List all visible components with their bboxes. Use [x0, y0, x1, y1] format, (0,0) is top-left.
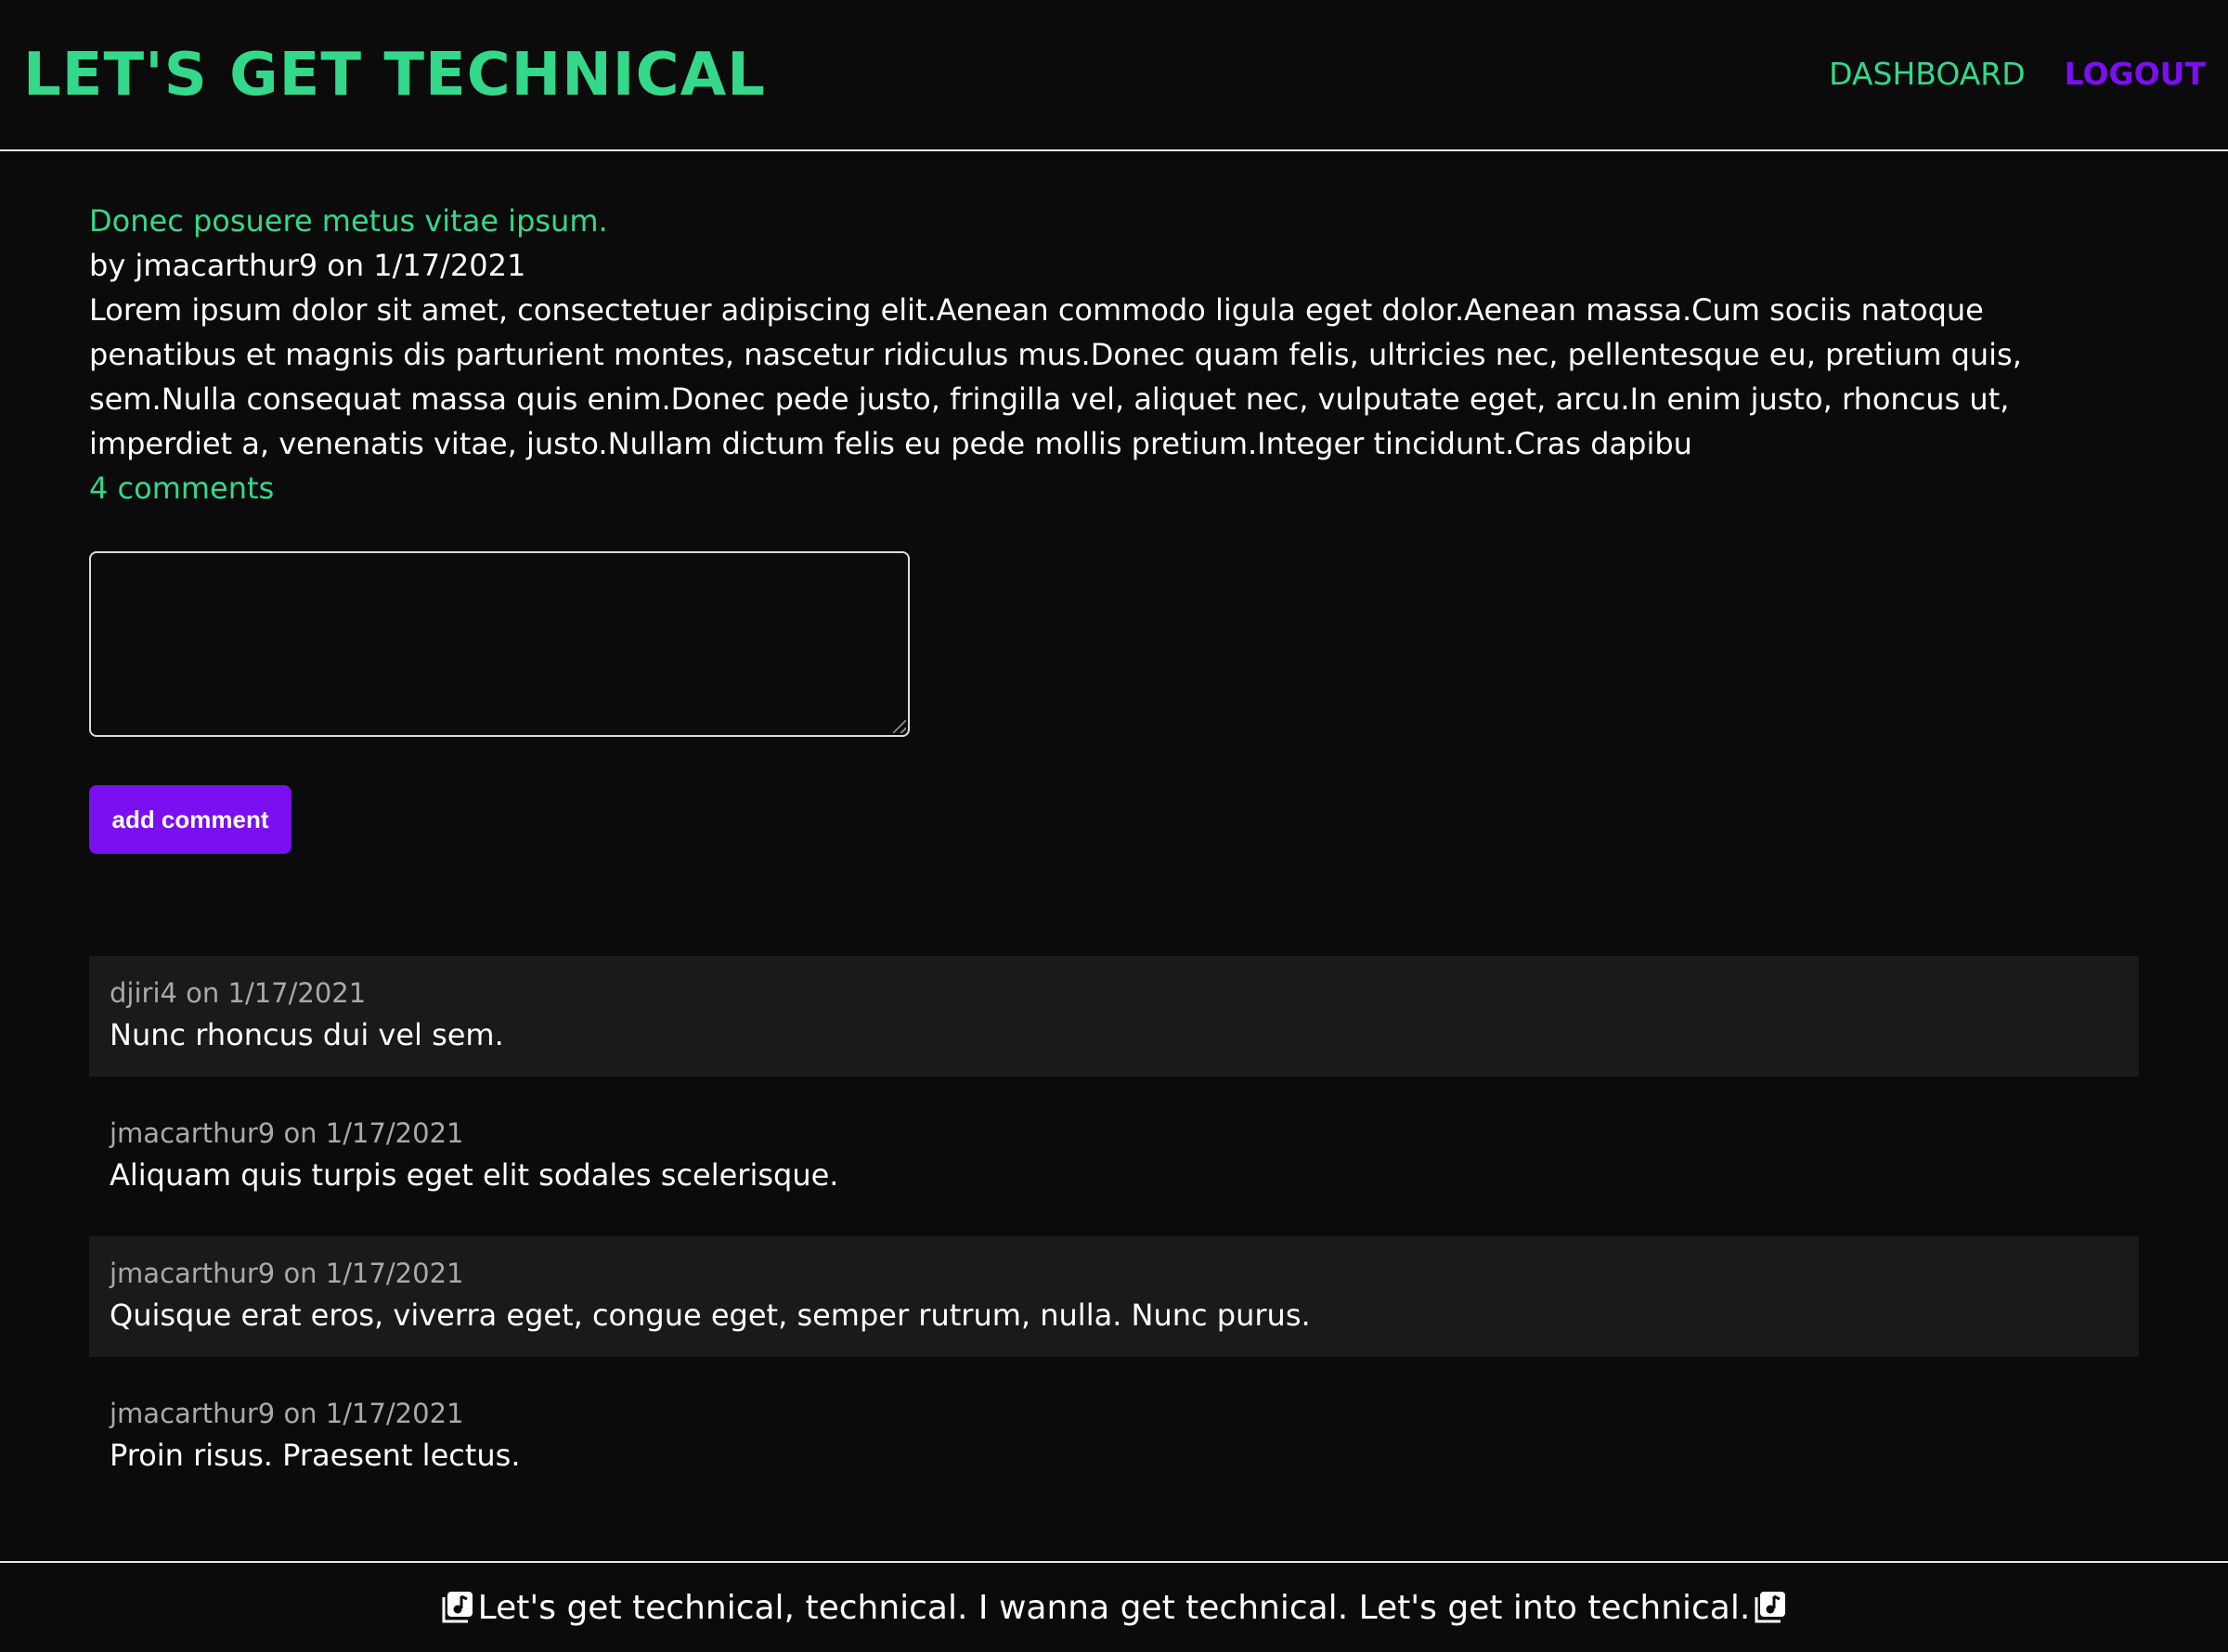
- music-note-icon: [1755, 1592, 1786, 1623]
- comment-text: Quisque erat eros, viverra eget, congue …: [110, 1297, 1311, 1333]
- post-title: Donec posuere metus vitae ipsum.: [89, 203, 608, 239]
- comment-item: jmacarthur9 on 1/17/2021 Proin risus. Pr…: [89, 1376, 2139, 1497]
- footer-content: Let's get technical, technical. I wanna …: [439, 1589, 1790, 1627]
- nav-dashboard-link[interactable]: DASHBOARD: [1829, 54, 2026, 95]
- nav-logout-link[interactable]: LOGOUT: [2065, 54, 2206, 95]
- comment-list: djiri4 on 1/17/2021 Nunc rhoncus dui vel…: [89, 956, 2139, 1516]
- comment-text: Proin risus. Praesent lectus.: [110, 1438, 521, 1473]
- comment-meta: djiri4 on 1/17/2021: [110, 977, 367, 1009]
- comment-meta: jmacarthur9 on 1/17/2021: [110, 1117, 464, 1149]
- comment-count: 4 comments: [89, 471, 275, 506]
- comment-text: Nunc rhoncus dui vel sem.: [110, 1017, 504, 1052]
- comment-item: jmacarthur9 on 1/17/2021 Quisque erat er…: [89, 1236, 2139, 1357]
- site-header: LET'S GET TECHNICAL DASHBOARD LOGOUT: [0, 0, 2228, 151]
- resize-handle-icon[interactable]: [893, 720, 906, 733]
- comment-input[interactable]: [89, 551, 910, 737]
- site-title[interactable]: LET'S GET TECHNICAL: [23, 35, 766, 115]
- comment-item: jmacarthur9 on 1/17/2021 Aliquam quis tu…: [89, 1096, 2139, 1217]
- comment-meta: jmacarthur9 on 1/17/2021: [110, 1258, 464, 1289]
- add-comment-button[interactable]: add comment: [89, 785, 291, 854]
- comment-item: djiri4 on 1/17/2021 Nunc rhoncus dui vel…: [89, 956, 2139, 1077]
- post-meta: by jmacarthur9 on 1/17/2021: [89, 248, 526, 283]
- comment-meta: jmacarthur9 on 1/17/2021: [110, 1398, 464, 1429]
- nav: DASHBOARD LOGOUT: [1829, 54, 2206, 95]
- music-note-icon: [442, 1592, 473, 1623]
- footer-text: Let's get technical, technical. I wanna …: [477, 1588, 1751, 1627]
- site-footer: Let's get technical, technical. I wanna …: [0, 1561, 2228, 1652]
- comment-text: Aliquam quis turpis eget elit sodales sc…: [110, 1157, 839, 1193]
- post-body: Lorem ipsum dolor sit amet, consectetuer…: [89, 292, 2022, 461]
- post: Donec posuere metus vitae ipsum. by jmac…: [89, 199, 2104, 510]
